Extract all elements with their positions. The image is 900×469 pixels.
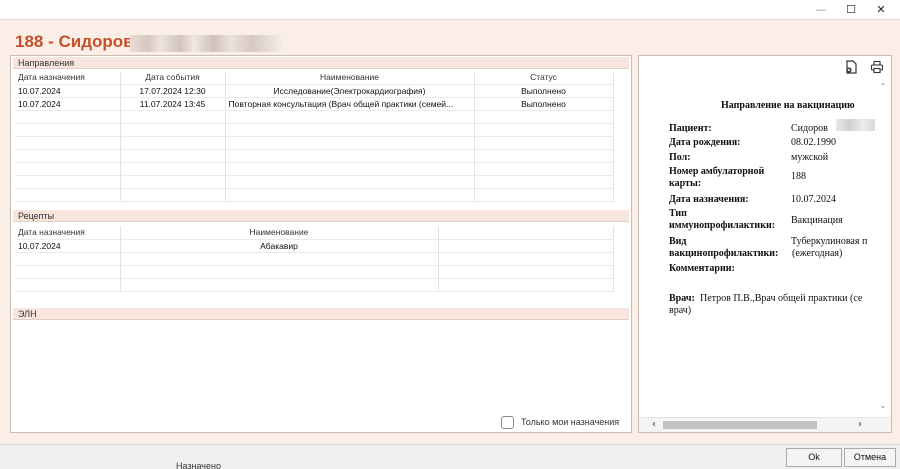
dob-label: Дата рождения: (669, 137, 741, 148)
table-header-row: Дата назначения Наименование (15, 226, 614, 240)
column-header[interactable]: Дата события (120, 71, 226, 85)
table-cell: Выполнено (474, 84, 614, 98)
dialog-footer: Ok Отмена (0, 444, 900, 469)
empty-row (15, 123, 614, 137)
dialog-header: 188 - Сидоров (0, 20, 900, 55)
dob-value: 08.02.1990 (791, 137, 836, 148)
table-cell: Абакавир (120, 239, 439, 253)
redacted-name-mask (130, 35, 282, 52)
sex-label: Пол: (669, 152, 691, 163)
table-header-row: Дата назначения Дата события Наименовани… (15, 71, 614, 85)
column-header[interactable]: Наименование (120, 226, 439, 240)
vertical-scrollbar[interactable]: ⌃ ⌄ (875, 78, 891, 416)
scroll-down-icon[interactable]: ⌄ (875, 400, 891, 412)
maximize-icon[interactable]: ☐ (836, 0, 866, 20)
type-label-line2: иммунопрофилактики: (669, 220, 776, 231)
table-cell: 10.07.2024 (15, 239, 121, 253)
table-row[interactable]: 10.07.2024 17.07.2024 12:30 Исследование… (15, 84, 614, 98)
table-row[interactable]: 10.07.2024 Абакавир (15, 239, 614, 253)
table-row[interactable]: 10.07.2024 11.07.2024 13:45 Повторная ко… (15, 97, 614, 111)
ok-button[interactable]: Ok (786, 448, 842, 467)
table-cell: 11.07.2024 13:45 (120, 97, 226, 111)
window-titlebar: — ☐ ✕ (0, 0, 900, 20)
doctor-value-line2: врач) (669, 305, 692, 316)
document-title: Направление на вакцинацию (721, 100, 855, 111)
empty-row (15, 252, 614, 266)
checkbox-box[interactable] (501, 416, 514, 429)
doctor-value-line1: Петров П.В.,Врач общей практики (се (700, 293, 863, 304)
directions-table: Дата назначения Дата события Наименовани… (15, 71, 614, 202)
checkbox-label: Только мои назначения (521, 417, 620, 427)
table-cell: 17.07.2024 12:30 (120, 84, 226, 98)
horizontal-scrollbar[interactable]: ‹ › (639, 417, 891, 432)
cancel-button[interactable]: Отмена (844, 448, 896, 467)
recipes-table: Дата назначения Наименование 10.07.2024 … (15, 226, 614, 292)
print-icon[interactable] (870, 60, 884, 74)
table-cell: 10.07.2024 (15, 84, 121, 98)
assign-date-label: Дата назначения: (669, 194, 749, 205)
card-label-line2: карты: (669, 178, 702, 189)
document-preview-panel: Направление на вакцинацию Пациент: Сидор… (638, 55, 892, 433)
empty-row (15, 265, 614, 279)
redacted-patient-mask (836, 119, 876, 131)
column-header[interactable]: Дата назначения (15, 226, 121, 240)
card-value: 188 (791, 171, 806, 182)
scrollbar-thumb[interactable] (663, 421, 817, 429)
comments-label: Комментарии: (669, 263, 735, 274)
assign-date-value: 10.07.2024 (791, 194, 836, 205)
empty-row (15, 110, 614, 124)
doctor-label: Врач: (669, 293, 695, 304)
section-header-recipes: Рецепты (13, 210, 629, 222)
scroll-left-icon[interactable]: ‹ (647, 418, 661, 432)
table-cell: Исследование(Электрокардиография) (225, 84, 475, 98)
close-icon[interactable]: ✕ (866, 0, 896, 20)
empty-row (15, 149, 614, 163)
column-header[interactable]: Дата назначения (15, 71, 121, 85)
table-cell: Выполнено (474, 97, 614, 111)
section-header-directions: Направления (13, 57, 629, 69)
table-cell: 10.07.2024 (15, 97, 121, 111)
scroll-right-icon[interactable]: › (853, 418, 867, 432)
patient-value: Сидоров (791, 123, 828, 134)
type-value: Вакцинация (791, 215, 843, 226)
kind-value-line2: (ежегодная) (792, 248, 843, 259)
empty-row (15, 188, 614, 202)
kind-value-line1: Туберкулиновая п (791, 236, 868, 247)
section-header-eln: ЭЛН (13, 308, 629, 320)
patient-label: Пациент: (669, 123, 712, 134)
kind-label-line1: Вид (669, 236, 687, 247)
empty-row (15, 175, 614, 189)
background-window-text: Назначено (176, 461, 221, 469)
column-header (438, 226, 614, 240)
card-label-line1: Номер амбулаторной (669, 166, 765, 177)
minimize-icon[interactable]: — (806, 0, 836, 20)
column-header[interactable]: Статус (474, 71, 614, 85)
kind-label-line2: вакцинопрофилактики: (669, 248, 779, 259)
left-panel: Направления Дата назначения Дата события… (10, 55, 632, 433)
sex-value: мужской (791, 152, 829, 163)
empty-row (15, 162, 614, 176)
export-icon[interactable] (844, 60, 858, 74)
empty-row (15, 136, 614, 150)
empty-row (15, 278, 614, 292)
type-label-line1: Тип (669, 208, 687, 219)
scroll-up-icon[interactable]: ⌃ (875, 81, 891, 93)
table-cell (438, 239, 614, 253)
page-title: 188 - Сидоров (15, 32, 134, 51)
column-header[interactable]: Наименование (225, 71, 475, 85)
table-cell: Повторная консультация (Врач общей практ… (225, 97, 475, 111)
